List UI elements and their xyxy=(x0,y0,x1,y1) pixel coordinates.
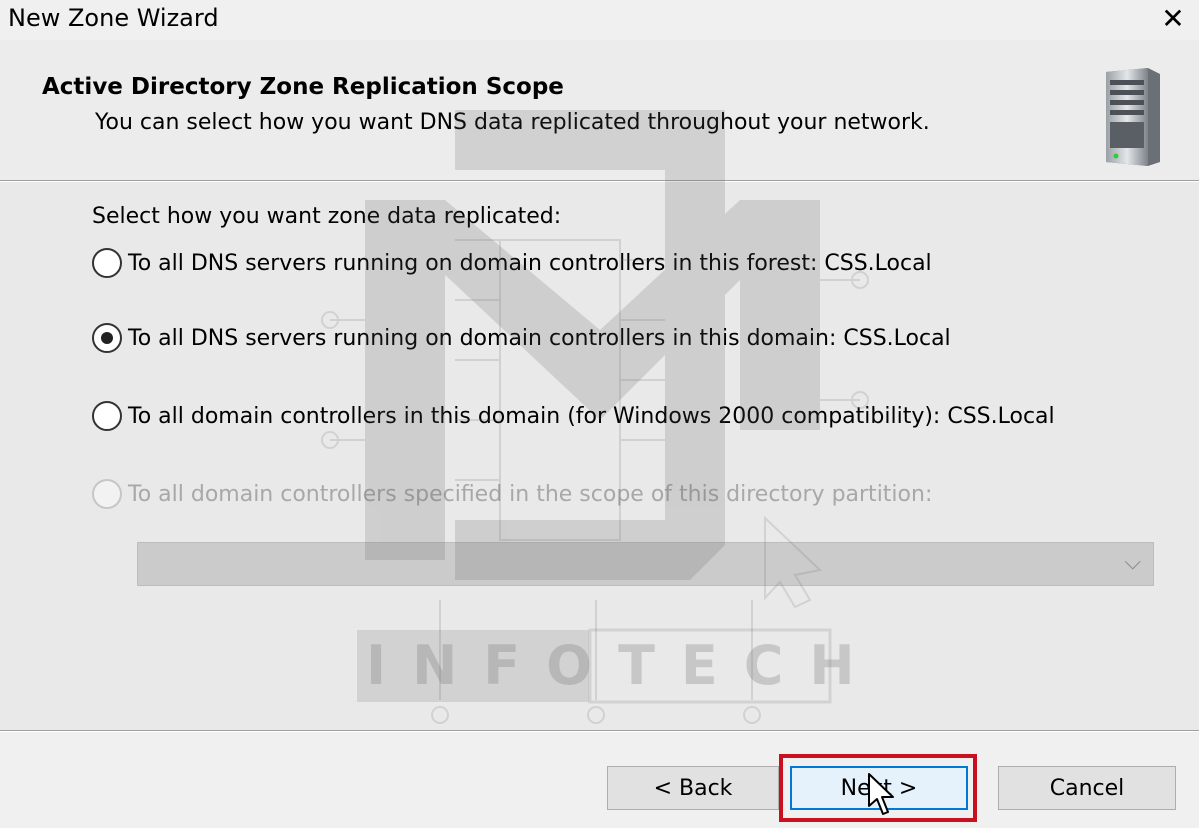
option-windows-2000[interactable]: To all domain controllers in this domain… xyxy=(92,401,1055,431)
radio-button[interactable] xyxy=(92,248,122,278)
option-label: To all domain controllers specified in t… xyxy=(128,481,933,507)
option-directory-partition: To all domain controllers specified in t… xyxy=(92,479,932,509)
page-title: Active Directory Zone Replication Scope xyxy=(42,74,564,100)
title-bar: New Zone Wizard ✕ xyxy=(0,0,1199,40)
wizard-header: Active Directory Zone Replication Scope … xyxy=(0,40,1199,180)
close-button[interactable]: ✕ xyxy=(1155,2,1191,36)
close-icon: ✕ xyxy=(1161,2,1185,35)
option-label: To all DNS servers running on domain con… xyxy=(128,250,932,276)
wizard-footer: < Back Next > Cancel xyxy=(0,732,1199,828)
replication-prompt: Select how you want zone data replicated… xyxy=(92,204,562,229)
wizard-content: Select how you want zone data replicated… xyxy=(0,182,1199,730)
option-label: To all DNS servers running on domain con… xyxy=(128,325,951,351)
page-subtitle: You can select how you want DNS data rep… xyxy=(95,110,930,135)
chevron-down-icon: ⌵ xyxy=(1124,550,1141,575)
radio-button[interactable] xyxy=(92,401,122,431)
option-label: To all domain controllers in this domain… xyxy=(128,403,1055,429)
radio-button-selected[interactable] xyxy=(92,323,122,353)
partition-dropdown: ⌵ xyxy=(137,542,1154,586)
option-forest[interactable]: To all DNS servers running on domain con… xyxy=(92,248,932,278)
next-button[interactable]: Next > xyxy=(790,766,968,810)
window-title: New Zone Wizard xyxy=(8,4,219,32)
radio-button-disabled xyxy=(92,479,122,509)
cancel-button[interactable]: Cancel xyxy=(998,766,1176,810)
back-button[interactable]: < Back xyxy=(607,766,779,810)
server-icon xyxy=(1106,68,1160,166)
option-domain[interactable]: To all DNS servers running on domain con… xyxy=(92,323,951,353)
